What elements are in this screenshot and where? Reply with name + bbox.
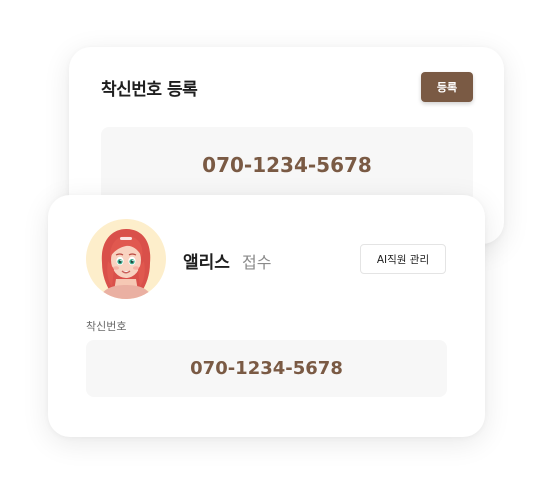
- avatar-illustration: [100, 229, 152, 299]
- forwarding-number-field: 070-1234-5678: [86, 340, 447, 397]
- forwarding-number-label: 착신번호: [86, 320, 127, 333]
- card-title: 착신번호 등록: [101, 80, 198, 100]
- ai-staff-card: 앨리스 접수 AI직원 관리 착신번호 070-1234-5678: [48, 195, 485, 437]
- staff-name: 앨리스: [183, 253, 230, 273]
- forwarding-number-display: 070-1234-5678: [101, 127, 473, 203]
- register-button[interactable]: 등록: [421, 72, 473, 102]
- avatar: [86, 219, 166, 299]
- staff-role: 접수: [242, 253, 272, 272]
- ai-staff-manage-button[interactable]: AI직원 관리: [360, 244, 446, 274]
